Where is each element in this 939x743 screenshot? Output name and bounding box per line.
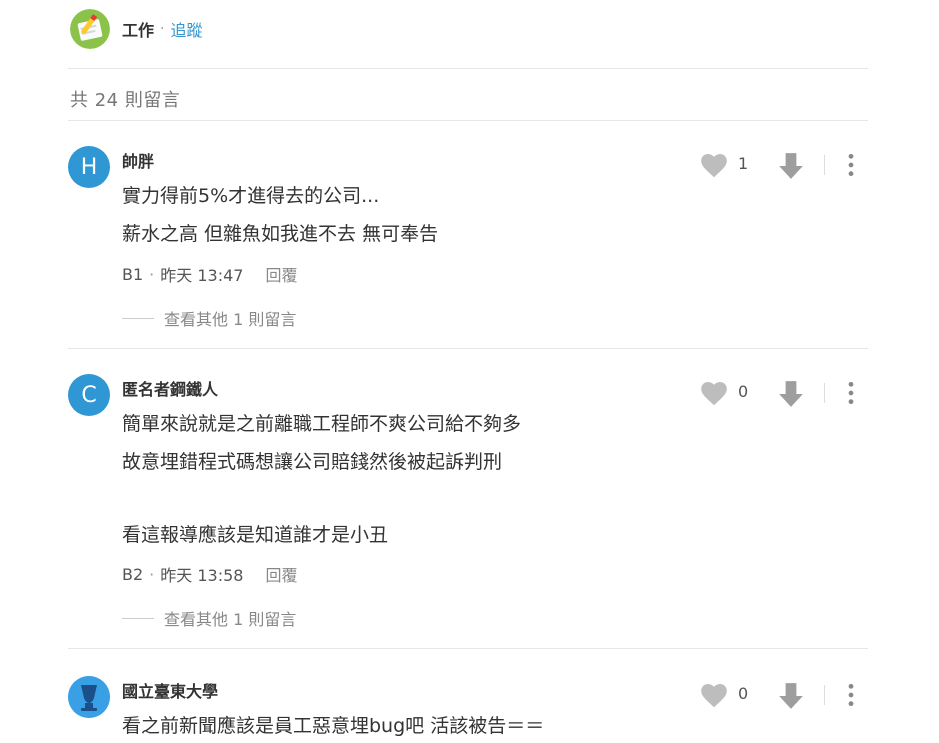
more-options-icon[interactable] — [844, 152, 858, 178]
comment-line: 簡單來說就是之前離職工程師不爽公司給不夠多 — [122, 413, 522, 435]
avatar[interactable]: H — [68, 146, 110, 188]
thumbs-down-arrow-icon[interactable] — [778, 380, 804, 408]
action-separator — [824, 383, 825, 403]
author-name[interactable]: 帥胖 — [122, 148, 154, 172]
view-more-replies[interactable]: 查看其他 1 則留言 — [122, 606, 296, 630]
like-count: 0 — [738, 684, 749, 703]
action-separator — [824, 685, 825, 705]
comment-line: 薪水之高 但雜魚如我進不去 無可奉告 — [122, 223, 439, 245]
divider — [68, 648, 868, 649]
view-more-label: 查看其他 1 則留言 — [164, 310, 297, 329]
divider — [68, 120, 868, 121]
avatar[interactable]: C — [68, 374, 110, 416]
university-icon[interactable] — [68, 676, 110, 718]
comment-meta: B1 · 昨天 13:47 回覆 — [122, 262, 297, 286]
work-board-icon[interactable] — [70, 9, 110, 49]
like-count: 1 — [738, 154, 749, 173]
like-count: 0 — [738, 382, 749, 401]
separator-dot: · — [160, 21, 165, 37]
meta-dot: · — [149, 564, 155, 584]
heart-icon[interactable] — [700, 380, 728, 406]
board-name[interactable]: 工作 — [122, 17, 154, 41]
comment-actions: 0 — [700, 682, 868, 710]
comment-actions: 0 — [700, 380, 868, 408]
view-more-label: 查看其他 1 則留言 — [164, 610, 297, 629]
view-more-replies[interactable]: 查看其他 1 則留言 — [122, 306, 296, 330]
reply-button[interactable]: 回覆 — [265, 262, 297, 286]
divider — [68, 348, 868, 349]
comment-line: 看這報導應該是知道誰才是小丑 — [122, 524, 389, 546]
follow-button[interactable]: 追蹤 — [170, 17, 202, 41]
board-header: 工作 · 追蹤 — [70, 8, 202, 50]
comment-line: 故意埋錯程式碼想讓公司賠錢然後被起訴判刑 — [122, 451, 503, 473]
divider — [68, 68, 868, 69]
timestamp: 昨天 13:47 — [160, 266, 244, 285]
timestamp: 昨天 13:58 — [160, 566, 244, 585]
meta-dot: · — [149, 264, 155, 284]
action-separator — [824, 155, 825, 175]
thumbs-down-arrow-icon[interactable] — [778, 152, 804, 180]
more-options-icon[interactable] — [844, 682, 858, 708]
divider-line — [122, 317, 154, 319]
comment-count: 共 24 則留言 — [70, 90, 181, 111]
reply-button[interactable]: 回覆 — [265, 562, 297, 586]
author-name[interactable]: 匿名者鋼鐵人 — [122, 376, 218, 400]
more-options-icon[interactable] — [844, 380, 858, 406]
thumbs-down-arrow-icon[interactable] — [778, 682, 804, 710]
comment-actions: 1 — [700, 152, 868, 180]
comment-line: 看之前新聞應該是員工惡意埋bug吧 活該被告＝＝ — [122, 715, 545, 737]
heart-icon[interactable] — [700, 682, 728, 708]
comment-meta: B2 · 昨天 13:58 回覆 — [122, 562, 297, 586]
author-name[interactable]: 國立臺東大學 — [122, 678, 218, 702]
heart-icon[interactable] — [700, 152, 728, 178]
floor-label: B2 — [122, 564, 144, 584]
comment-line: 實力得前5%才進得去的公司... — [122, 185, 380, 207]
floor-label: B1 — [122, 264, 144, 284]
divider-line — [122, 617, 154, 619]
